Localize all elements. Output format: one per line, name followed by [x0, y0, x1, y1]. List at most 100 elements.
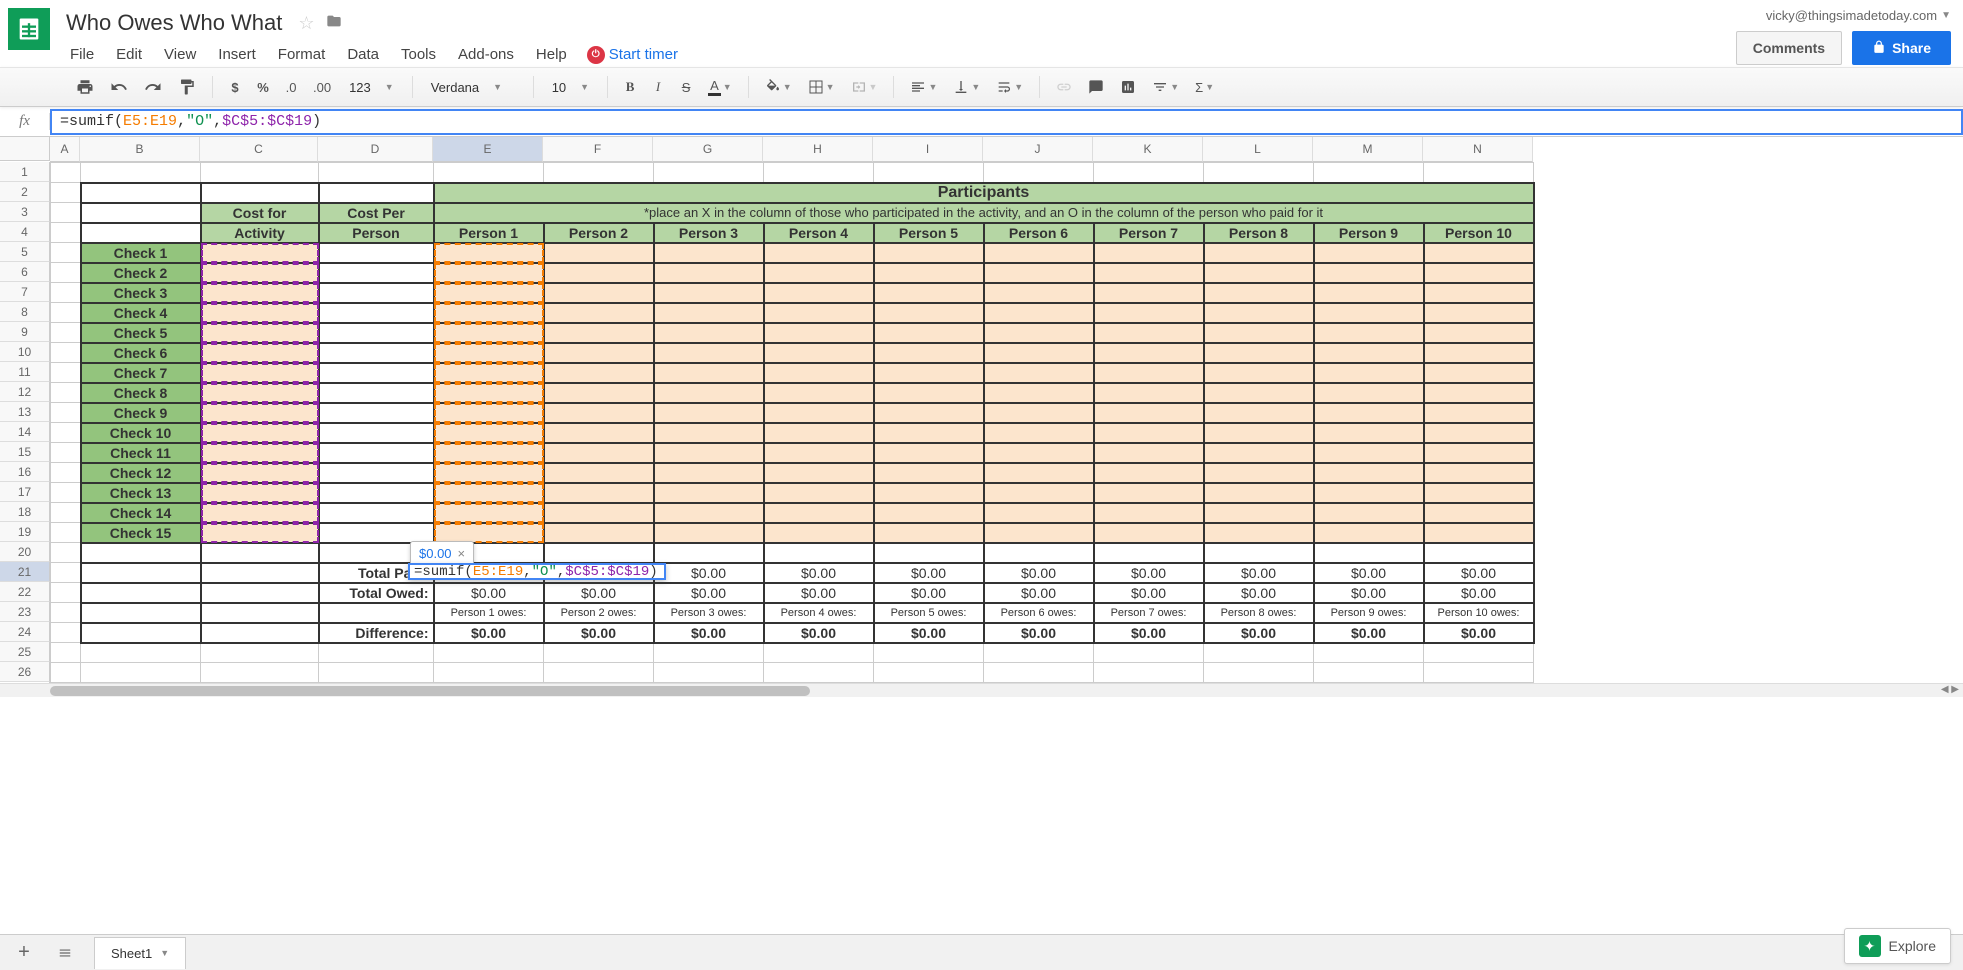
cell[interactable]	[201, 263, 319, 283]
cell[interactable]	[984, 403, 1094, 423]
cell[interactable]	[1314, 163, 1424, 183]
cell[interactable]	[319, 183, 434, 203]
col-header-E[interactable]: E	[433, 137, 543, 162]
cell[interactable]: $0.00	[1314, 623, 1424, 643]
cell[interactable]	[874, 643, 984, 663]
more-formats-dropdown[interactable]: 123▼	[341, 76, 402, 99]
cell[interactable]: Check 6	[81, 343, 201, 363]
cell[interactable]: Check 7	[81, 363, 201, 383]
cell[interactable]	[1314, 243, 1424, 263]
cell[interactable]	[544, 523, 654, 543]
cell[interactable]	[434, 643, 544, 663]
cell[interactable]	[544, 463, 654, 483]
cell[interactable]	[319, 663, 434, 683]
fill-color-icon[interactable]: ▼	[759, 75, 798, 99]
cell[interactable]: $0.00	[764, 563, 874, 583]
cell[interactable]	[201, 463, 319, 483]
cell[interactable]	[51, 383, 81, 403]
cell[interactable]	[874, 283, 984, 303]
cell[interactable]	[1094, 403, 1204, 423]
cell[interactable]: Person 8 owes:	[1204, 603, 1314, 623]
cell[interactable]	[764, 303, 874, 323]
cell[interactable]	[1204, 643, 1314, 663]
cell[interactable]	[874, 343, 984, 363]
cell[interactable]	[654, 483, 764, 503]
cell[interactable]	[201, 623, 319, 643]
col-header-A[interactable]: A	[50, 137, 80, 162]
cell[interactable]: Cost Per	[319, 203, 434, 223]
cell[interactable]	[1204, 663, 1314, 683]
cell[interactable]	[51, 423, 81, 443]
cell[interactable]	[1424, 403, 1534, 423]
percent-icon[interactable]: %	[251, 76, 275, 99]
cell[interactable]	[51, 403, 81, 423]
cell[interactable]: $0.00	[434, 623, 544, 643]
cell[interactable]	[874, 523, 984, 543]
cell[interactable]: Person 2 owes:	[544, 603, 654, 623]
cell[interactable]	[1424, 483, 1534, 503]
col-header-M[interactable]: M	[1313, 137, 1423, 162]
cell[interactable]	[874, 443, 984, 463]
cell[interactable]	[51, 283, 81, 303]
cell[interactable]: Person 9	[1314, 223, 1424, 243]
cell[interactable]: Person 3	[654, 223, 764, 243]
cell[interactable]	[201, 503, 319, 523]
cell[interactable]: $0.00	[874, 623, 984, 643]
cell[interactable]	[1094, 243, 1204, 263]
cell[interactable]	[544, 483, 654, 503]
document-title[interactable]: Who Owes Who What	[60, 8, 288, 38]
cell[interactable]	[434, 363, 544, 383]
cell[interactable]	[654, 163, 764, 183]
cell[interactable]	[1204, 263, 1314, 283]
cell[interactable]	[201, 163, 319, 183]
cell[interactable]	[1204, 503, 1314, 523]
functions-icon[interactable]: Σ▼	[1189, 76, 1220, 99]
cell[interactable]	[81, 623, 201, 643]
cell[interactable]	[544, 163, 654, 183]
select-all-corner[interactable]	[0, 137, 50, 161]
cell[interactable]	[319, 283, 434, 303]
col-header-C[interactable]: C	[200, 137, 318, 162]
cell[interactable]	[1424, 503, 1534, 523]
cell[interactable]	[1314, 403, 1424, 423]
cell[interactable]	[201, 343, 319, 363]
row-header-2[interactable]: 2	[0, 182, 50, 202]
col-header-N[interactable]: N	[1423, 137, 1533, 162]
cell[interactable]	[434, 323, 544, 343]
row-header-10[interactable]: 10	[0, 342, 50, 362]
close-icon[interactable]: ×	[458, 546, 466, 561]
cell[interactable]	[544, 323, 654, 343]
cell[interactable]	[1094, 663, 1204, 683]
cell[interactable]	[874, 363, 984, 383]
add-sheet-icon[interactable]: +	[12, 937, 36, 968]
cell[interactable]	[1314, 343, 1424, 363]
cell[interactable]: Person 5 owes:	[874, 603, 984, 623]
cell[interactable]	[654, 263, 764, 283]
cell[interactable]	[51, 623, 81, 643]
cell[interactable]	[1314, 283, 1424, 303]
cell[interactable]	[319, 643, 434, 663]
cell[interactable]	[1314, 363, 1424, 383]
cell[interactable]	[319, 503, 434, 523]
cell[interactable]	[984, 423, 1094, 443]
cell[interactable]	[764, 243, 874, 263]
cell[interactable]	[201, 663, 319, 683]
cell[interactable]	[1204, 403, 1314, 423]
col-header-K[interactable]: K	[1093, 137, 1203, 162]
text-wrap-icon[interactable]: ▼	[990, 75, 1029, 99]
cell[interactable]	[319, 443, 434, 463]
cell[interactable]: $0.00	[764, 623, 874, 643]
cell[interactable]: Check 4	[81, 303, 201, 323]
bold-icon[interactable]: B	[618, 75, 642, 99]
cell[interactable]	[654, 543, 764, 563]
cell[interactable]: $0.00	[1424, 623, 1534, 643]
cell[interactable]	[51, 443, 81, 463]
cell[interactable]: Person 1	[434, 223, 544, 243]
cell[interactable]	[434, 163, 544, 183]
cell[interactable]	[1204, 463, 1314, 483]
cell[interactable]	[81, 163, 201, 183]
menu-format[interactable]: Format	[268, 42, 336, 67]
cell[interactable]	[654, 463, 764, 483]
chevron-down-icon[interactable]: ▼	[160, 948, 169, 958]
cell[interactable]	[81, 183, 201, 203]
